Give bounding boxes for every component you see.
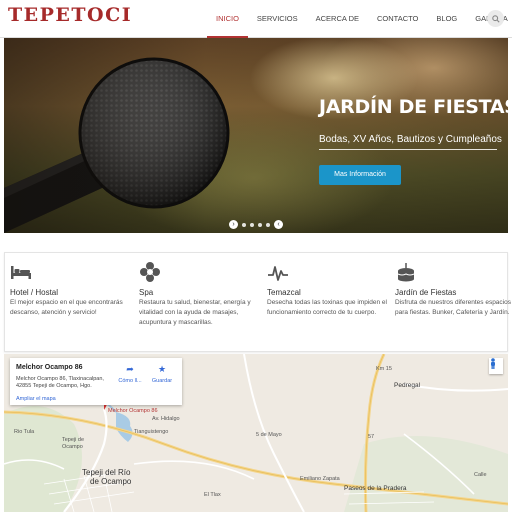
hero-subtitle: Bodas, XV Años, Bautizos y Cumpleaños [319,134,502,145]
service-title: Spa [139,288,154,297]
map-road-label: Rio Tula [14,429,35,435]
map-road-label: El Tlax [204,492,221,498]
services-section: Hotel / Hostal El mejor espacio en el qu… [4,252,511,353]
street-view-button[interactable] [489,358,503,374]
directions-button[interactable]: ➦ Cómo ll... [117,364,143,384]
nav-item-acerca-de[interactable]: ACERCA DE [307,0,368,38]
map-place-title: Melchor Ocampo 86 [16,364,83,371]
service-title: Hotel / Hostal [10,288,59,297]
hero-divider [319,149,497,150]
slider-dot[interactable] [258,222,262,227]
enlarge-map-link[interactable]: Ampliar el mapa [16,396,56,402]
slider-dot[interactable] [242,222,246,227]
search-button[interactable] [487,10,504,27]
directions-icon: ➦ [126,364,134,374]
map-label-tepeji-small: Tepeji de Ocampo [62,437,85,450]
flower-icon [140,262,160,282]
service-title: Temazcal [267,288,301,297]
nav-item-contacto[interactable]: CONTACTO [368,0,427,38]
nav-item-servicios[interactable]: SERVICIOS [248,0,307,38]
service-hotel: Hotel / Hostal El mejor espacio en el qu… [10,253,135,353]
map-road-label: Km 15 [376,366,392,372]
slider-pagination: › ‹ [229,220,283,229]
bed-icon [11,266,31,279]
cake-icon [397,263,415,282]
service-temazcal: Temazcal Desecha todas las toxinas que i… [267,253,392,353]
service-text: Disfruta de nuestros diferentes espacios… [395,299,511,316]
service-title: Jardín de Fiestas [395,288,457,297]
slider-dot[interactable] [250,222,254,227]
map-pin-label: Melchor Ocampo 86 [108,408,158,414]
nav-item-blog[interactable]: BLOG [427,0,466,38]
hero-slider: JARDÍN DE FIESTAS Bodas, XV Años, Bautiz… [4,38,508,233]
site-header: TEPETOCI INICIO SERVICIOS ACERCA DE CONT… [0,0,512,38]
embedded-map[interactable]: Melchor Ocampo 86 Pedregal Tepeji de Oca… [4,354,508,512]
nav-item-inicio[interactable]: INICIO [207,0,248,38]
map-place-address: Melchor Ocampo 86, Tlaxinacalpan, 42855 … [16,376,104,389]
more-info-button[interactable]: Mas Información [319,165,401,185]
slider-next-icon[interactable]: › [229,220,238,229]
page: TEPETOCI INICIO SERVICIOS ACERCA DE CONT… [0,0,512,512]
slider-dot[interactable] [266,222,270,227]
map-road-label: Av. Hidalgo [152,416,180,422]
slider-prev-icon[interactable]: ‹ [274,220,283,229]
map-info-card: Melchor Ocampo 86 Melchor Ocampo 86, Tla… [10,358,182,405]
save-button[interactable]: ★ Guardar [149,364,175,384]
hero-title: JARDÍN DE FIESTAS [319,96,508,118]
service-spa: Spa Restaura tu salud, bienestar, energí… [139,253,264,353]
map-road-label: Emiliano Zapata [300,476,340,482]
map-label-pedregal: Pedregal [394,382,421,389]
service-text: Desecha todas las toxinas que impiden el… [267,299,387,316]
save-label: Guardar [151,378,173,384]
site-logo[interactable]: TEPETOCI [8,4,132,26]
main-nav: INICIO SERVICIOS ACERCA DE CONTACTO BLOG… [207,0,512,38]
map-road-label: 5 de Mayo [256,432,282,438]
pegman-icon [491,358,495,369]
map-label-tepeji-line2: de Ocampo [90,477,132,486]
star-icon: ★ [157,364,167,374]
map-label-paseos: Paseos de la Pradera [344,485,407,492]
directions-label: Cómo ll... [118,378,142,384]
search-icon [491,14,500,23]
heartbeat-icon [268,266,288,281]
map-label-tianguistengo: Tianguistengo [134,429,169,435]
map-road-label: 57 [368,434,375,440]
map-road-label: Calle [474,472,487,478]
service-text: El mejor espacio en el que encontrarás d… [10,299,123,316]
service-jardin: Jardín de Fiestas Disfruta de nuestros d… [395,253,512,353]
map-label-tepeji-line1: Tepeji del Río [82,468,131,477]
service-text: Restaura tu salud, bienestar, energía y … [139,299,251,326]
